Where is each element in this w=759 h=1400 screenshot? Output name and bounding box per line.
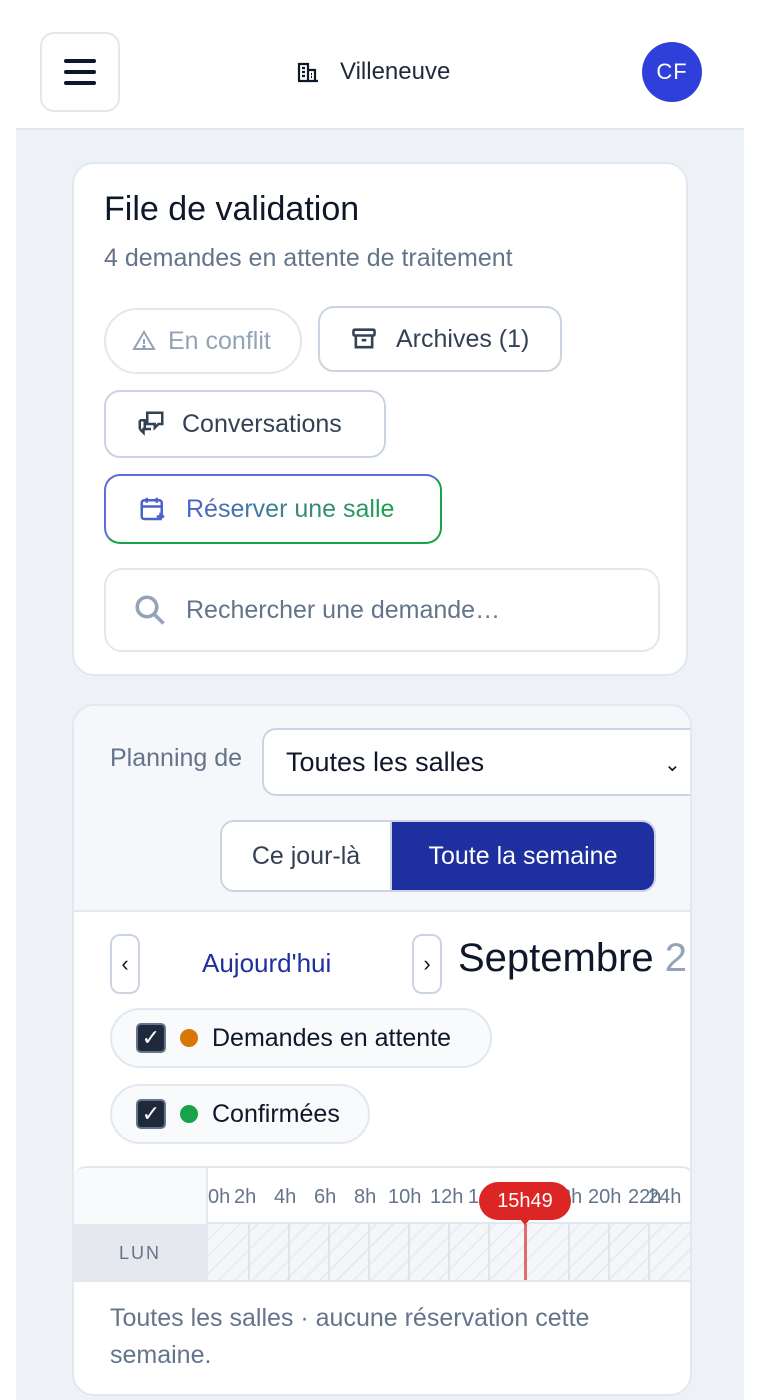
menu-button[interactable] bbox=[40, 32, 120, 112]
building-icon bbox=[297, 62, 318, 83]
hour-gridline bbox=[648, 1224, 650, 1280]
chevron-down-icon: ⌄ bbox=[664, 754, 681, 776]
site-selector[interactable]: Villeneuve bbox=[296, 52, 450, 92]
hamburger-menu-icon bbox=[64, 59, 96, 63]
hamburger-menu-icon-line bbox=[64, 70, 96, 74]
archives-label: Archives (1) bbox=[396, 324, 530, 353]
week-timeline: 0h 2h 4h 6h 8h 10h 12h 1 8h 20h 22h 24h … bbox=[74, 1166, 690, 1282]
next-week-button[interactable]: › bbox=[412, 934, 442, 994]
hour-label: 10h bbox=[388, 1186, 422, 1208]
chevron-left-icon: ‹ bbox=[121, 951, 129, 976]
hour-gridline bbox=[488, 1224, 490, 1280]
conversations-button[interactable]: Conversations bbox=[104, 390, 386, 458]
previous-week-button[interactable]: ‹ bbox=[110, 934, 140, 994]
view-toggle: Ce jour-là Toute la semaine bbox=[220, 820, 656, 892]
conversations-label: Conversations bbox=[182, 409, 342, 438]
hour-label: 8h bbox=[354, 1186, 377, 1208]
checkbox-checked-icon[interactable]: ✓ bbox=[136, 1023, 166, 1053]
hour-gridline bbox=[248, 1224, 250, 1280]
hour-label: 0h bbox=[208, 1186, 231, 1208]
calendar-plus-icon bbox=[140, 497, 165, 521]
hour-label: 1 bbox=[468, 1186, 480, 1208]
current-time-badge: 15h49 bbox=[479, 1182, 571, 1225]
hour-gridline bbox=[408, 1224, 410, 1280]
view-option-week[interactable]: Toute la semaine bbox=[392, 822, 654, 890]
top-bar: Villeneuve CF bbox=[16, 0, 744, 130]
planning-label: Planning de bbox=[110, 744, 243, 772]
today-button[interactable]: Aujourd'hui bbox=[202, 948, 331, 979]
warning-icon bbox=[132, 330, 156, 350]
hamburger-menu-icon-line bbox=[64, 81, 96, 85]
pending-dot bbox=[180, 1029, 198, 1047]
day-label-monday: LUN bbox=[74, 1224, 208, 1280]
planning-controls: Planning de Toutes les salles ⌄ Ce jour-… bbox=[74, 706, 690, 912]
filter-pending-label: Demandes en attente bbox=[212, 1023, 452, 1052]
filter-confirmed-label: Confirmées bbox=[212, 1099, 340, 1128]
archive-icon bbox=[352, 328, 376, 349]
hour-label: 24h bbox=[648, 1186, 682, 1208]
search-icon bbox=[135, 595, 165, 625]
month-title: Septembre 2 bbox=[458, 936, 687, 981]
timeline-header: 0h 2h 4h 6h 8h 10h 12h 1 8h 20h 22h 24h bbox=[74, 1168, 690, 1224]
hour-gridline bbox=[568, 1224, 570, 1280]
search-input[interactable] bbox=[186, 588, 636, 632]
site-name: Villeneuve bbox=[340, 58, 451, 85]
checkbox-checked-icon[interactable]: ✓ bbox=[136, 1099, 166, 1129]
chevron-right-icon: › bbox=[423, 951, 431, 976]
reserve-room-label: Réserver une salle bbox=[186, 494, 395, 523]
search-box bbox=[104, 568, 660, 652]
day-row-monday[interactable] bbox=[208, 1224, 690, 1280]
hour-gridline bbox=[288, 1224, 290, 1280]
confirmed-dot bbox=[180, 1105, 198, 1123]
month-name: Septembre bbox=[458, 936, 654, 980]
reserve-room-button[interactable]: Réserver une salle bbox=[104, 474, 442, 544]
hour-gridline bbox=[608, 1224, 610, 1280]
hour-label: 6h bbox=[314, 1186, 337, 1208]
room-select-value: Toutes les salles bbox=[286, 746, 485, 777]
empty-state-message: Toutes les salles · aucune réservation c… bbox=[110, 1304, 590, 1369]
page-subtitle: 4 demandes en attente de traitement bbox=[104, 244, 513, 272]
hour-label: 4h bbox=[274, 1186, 297, 1208]
planning-card: Planning de Toutes les salles ⌄ Ce jour-… bbox=[72, 704, 692, 1396]
hour-label: 20h bbox=[588, 1186, 622, 1208]
conflict-label: En conflit bbox=[168, 326, 271, 355]
view-option-day[interactable]: Ce jour-là bbox=[222, 822, 392, 890]
filter-confirmed[interactable]: ✓ Confirmées bbox=[110, 1084, 370, 1144]
page-title: File de validation bbox=[104, 190, 360, 228]
hour-label: 12h bbox=[430, 1186, 464, 1208]
room-select[interactable]: Toutes les salles ⌄ bbox=[262, 728, 690, 796]
chat-bubbles-icon bbox=[138, 411, 164, 436]
current-time-line bbox=[524, 1224, 527, 1280]
archives-button[interactable]: Archives (1) bbox=[318, 306, 562, 372]
conflict-filter-button[interactable]: En conflit bbox=[104, 308, 302, 374]
timeline-corner bbox=[74, 1168, 208, 1224]
hour-gridline bbox=[368, 1224, 370, 1280]
avatar[interactable]: CF bbox=[642, 42, 702, 102]
hour-gridline bbox=[448, 1224, 450, 1280]
hour-label: 2h bbox=[234, 1186, 257, 1208]
month-year: 2 bbox=[664, 936, 688, 980]
filter-pending-requests[interactable]: ✓ Demandes en attente bbox=[110, 1008, 492, 1068]
hour-gridline bbox=[328, 1224, 330, 1280]
validation-queue-card: File de validation 4 demandes en attente… bbox=[72, 162, 688, 676]
